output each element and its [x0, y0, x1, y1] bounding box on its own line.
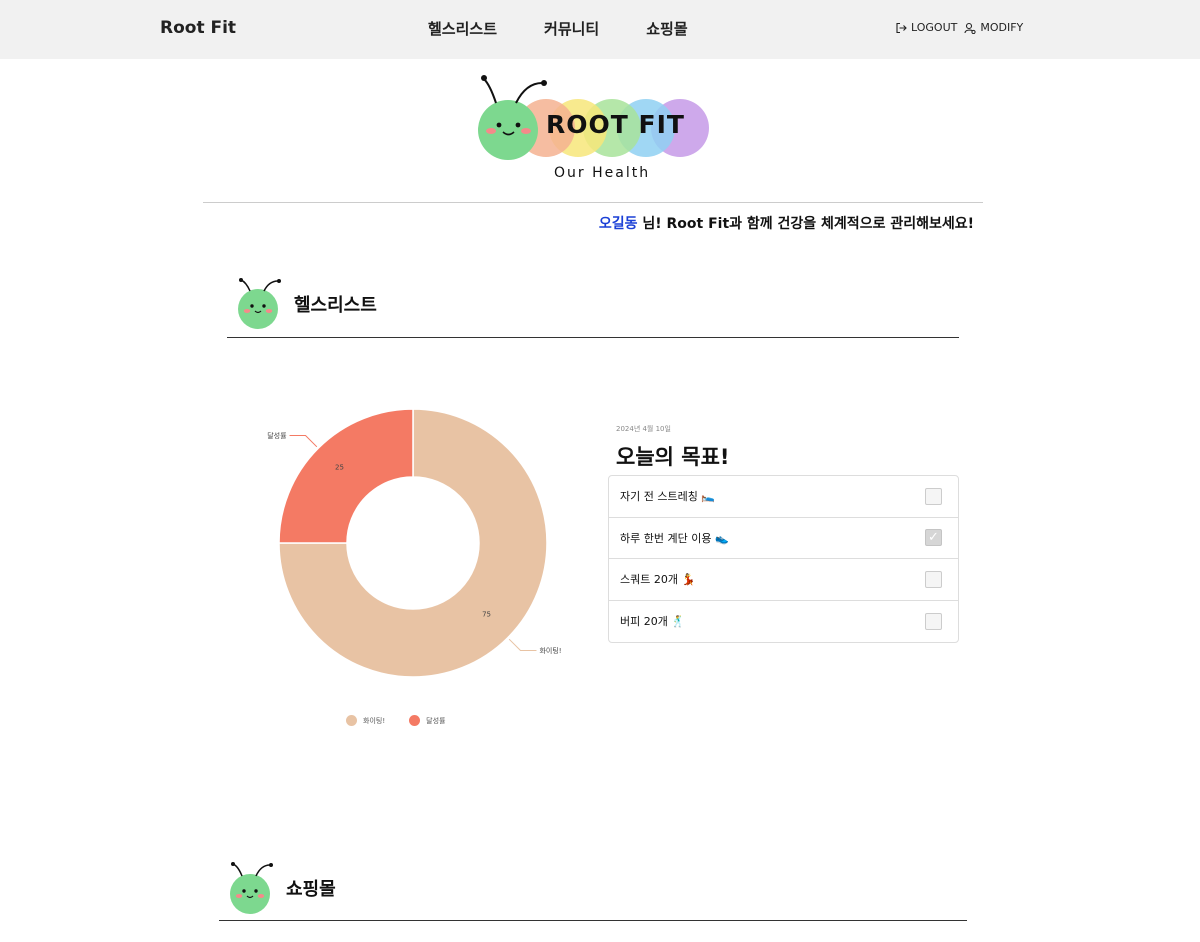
caterpillar-icon	[230, 862, 273, 914]
greeting-message: 오길동 님! Root Fit과 함께 건강을 체계적으로 관리해보세요!	[599, 213, 974, 233]
brand-link[interactable]: Root Fit	[160, 18, 236, 38]
nav-item-shop[interactable]: 쇼핑몰	[646, 18, 687, 39]
todo-item-label: 스쿼트 20개 💃	[620, 573, 696, 587]
todo-item: 하루 한번 계단 이용 👟	[609, 518, 958, 559]
todo-title: 오늘의 목표!	[616, 445, 730, 469]
todo-item: 버피 20개 🕺	[609, 601, 958, 643]
nav-item-community[interactable]: 커뮤니티	[544, 18, 599, 39]
todo-item-label: 버피 20개 🕺	[620, 615, 686, 629]
donut-slice[interactable]	[278, 408, 414, 544]
root-fit-logo: ROOT FIT Our Health	[474, 73, 714, 185]
nav-menu: 헬스리스트 커뮤니티 쇼핑몰	[428, 18, 688, 39]
shop-section-header: 쇼핑몰	[228, 860, 336, 916]
modify-button[interactable]: MODIFY	[964, 21, 1023, 34]
todo-item: 스쿼트 20개 💃	[609, 559, 958, 601]
healthlist-section-header: 헬스리스트	[236, 277, 377, 331]
legend-item-cheer[interactable]: 화이팅!	[346, 715, 385, 726]
achievement-donut-chart: 75 화이팅! 25 달성률	[267, 408, 562, 678]
logout-label: LOGOUT	[911, 21, 958, 34]
shop-section-title: 쇼핑몰	[286, 879, 336, 900]
slice-leader-line	[289, 435, 318, 448]
legend-swatch-cheer	[346, 715, 357, 726]
slice-leader-line	[508, 638, 537, 651]
logo-title: ROOT FIT	[546, 110, 685, 139]
top-nav: Root Fit 헬스리스트 커뮤니티 쇼핑몰 LOGOUT MODIFY	[0, 0, 1200, 59]
user-name: 오길동	[598, 216, 638, 232]
shop-section-divider	[219, 920, 967, 921]
chart-legend: 화이팅! 달성률	[346, 715, 445, 726]
slice-category-label: 화이팅!	[539, 646, 561, 655]
healthlist-section-divider	[227, 337, 959, 338]
todo-checkbox[interactable]	[925, 529, 942, 547]
nav-item-healthlist[interactable]: 헬스리스트	[428, 18, 497, 39]
nav-user-actions: LOGOUT MODIFY	[895, 21, 1023, 34]
modify-label: MODIFY	[980, 21, 1024, 34]
todo-list: 자기 전 스트레칭 🛌 하루 한번 계단 이용 👟 스쿼트 20개 💃 버피 2…	[608, 475, 959, 643]
logout-icon	[896, 22, 907, 33]
logout-button[interactable]: LOGOUT	[895, 21, 957, 34]
legend-item-achievement[interactable]: 달성률	[409, 715, 445, 726]
logo-subtitle: Our Health	[554, 165, 651, 181]
todo-item: 자기 전 스트레칭 🛌	[609, 476, 958, 518]
slice-value-label: 25	[335, 463, 344, 471]
todo-date: 2024년 4월 10일	[616, 425, 671, 433]
slice-category-label: 달성률	[267, 431, 287, 440]
header-divider	[203, 202, 983, 203]
todo-item-label: 자기 전 스트레칭 🛌	[620, 490, 716, 504]
todo-checkbox[interactable]	[925, 570, 942, 588]
legend-label-achievement: 달성률	[426, 716, 446, 725]
slice-value-label: 75	[482, 611, 491, 619]
legend-swatch-achievement	[409, 715, 421, 726]
user-settings-icon	[964, 22, 976, 34]
todo-checkbox[interactable]	[925, 612, 942, 630]
healthlist-section-title: 헬스리스트	[294, 295, 377, 316]
legend-label-cheer: 화이팅!	[363, 716, 386, 725]
greeting-text: 님! Root Fit과 함께 건강을 체계적으로 관리해보세요!	[637, 216, 974, 232]
caterpillar-icon	[238, 278, 281, 329]
todo-item-label: 하루 한번 계단 이용 👟	[620, 531, 729, 545]
todo-checkbox[interactable]	[925, 487, 942, 505]
